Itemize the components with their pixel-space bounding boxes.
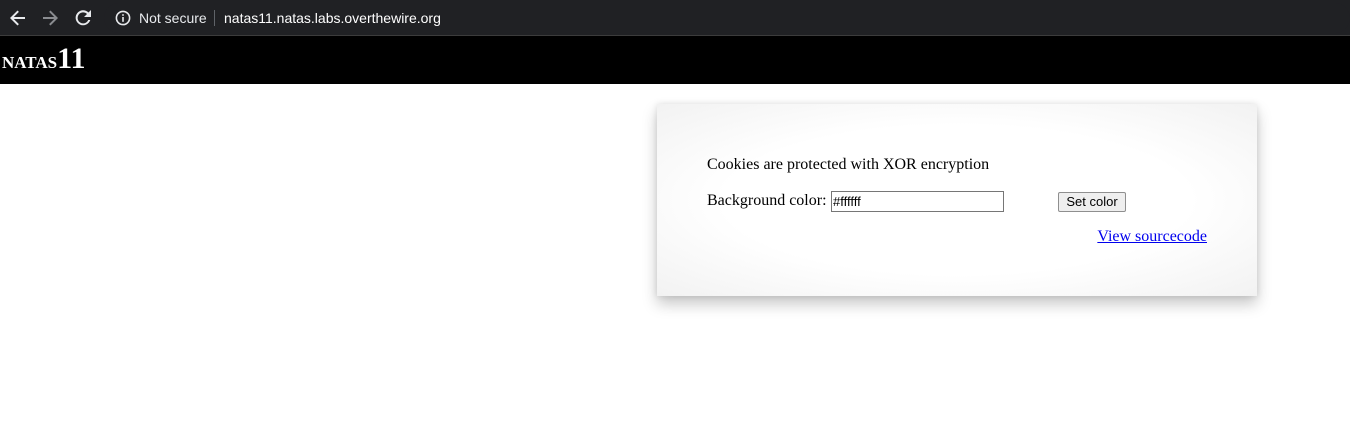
page-title-number: 11: [57, 42, 86, 75]
view-sourcecode-link[interactable]: View sourcecode: [1097, 227, 1207, 247]
reload-icon[interactable]: [71, 6, 95, 30]
site-header: natas11: [0, 36, 1350, 84]
omnibox-divider: [214, 10, 215, 26]
page-title-letters: natas: [2, 48, 58, 74]
address-bar[interactable]: Not secure natas11.natas.labs.overthewir…: [104, 3, 1350, 33]
security-status[interactable]: Not secure: [139, 10, 207, 26]
back-arrow-icon[interactable]: [6, 6, 30, 30]
page-title: natas11: [2, 44, 85, 76]
browser-toolbar: Not secure natas11.natas.labs.overthewir…: [0, 0, 1350, 36]
url-text[interactable]: natas11.natas.labs.overthewire.org: [224, 10, 441, 26]
info-icon[interactable]: [115, 10, 131, 26]
intro-text: Cookies are protected with XOR encryptio…: [707, 156, 990, 173]
set-color-button[interactable]: Set color: [1058, 192, 1126, 212]
background-color-input[interactable]: [831, 191, 1004, 212]
forward-arrow-icon[interactable]: [38, 6, 62, 30]
content-panel: Cookies are protected with XOR encryptio…: [657, 104, 1257, 296]
background-color-form: Background color: Set color: [707, 190, 1207, 212]
background-color-label: Background color:: [707, 192, 827, 209]
